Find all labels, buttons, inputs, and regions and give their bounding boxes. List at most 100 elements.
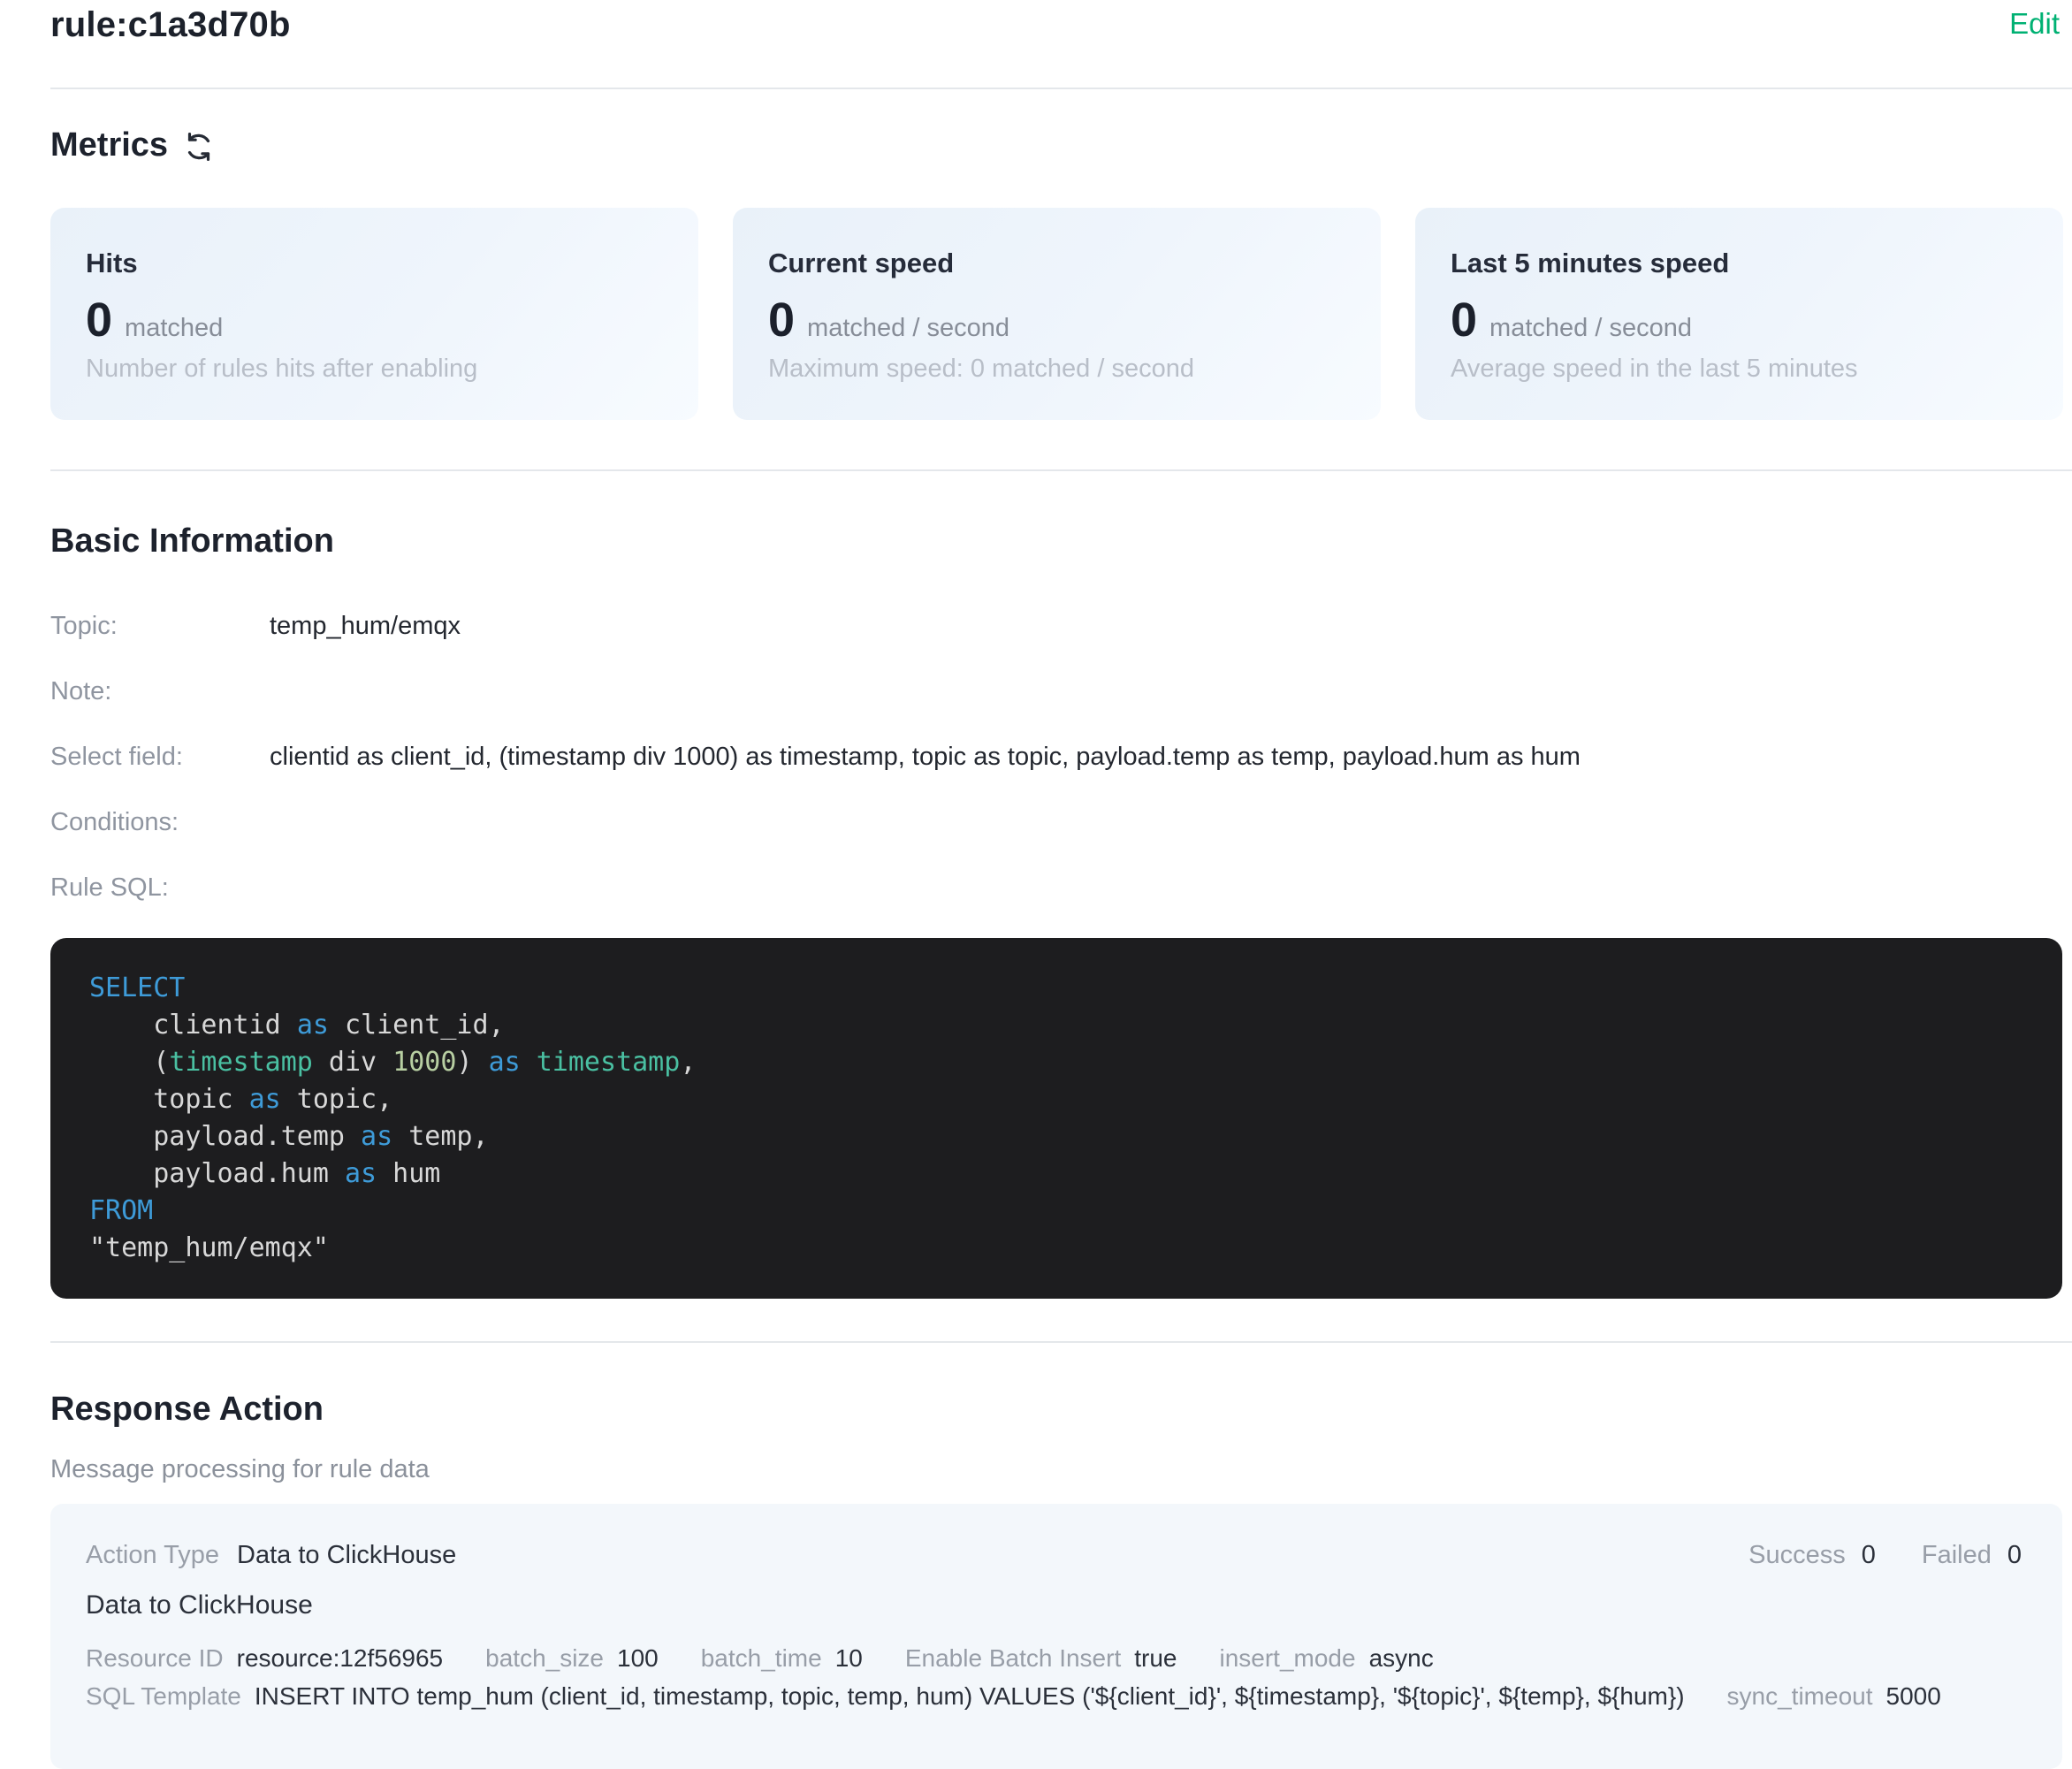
sql-token: as: [345, 1158, 377, 1189]
divider: [50, 469, 2072, 471]
info-row: Topic:temp_hum/emqx: [50, 611, 2063, 641]
rule-sql-code-block: SELECT clientid as client_id, (timestamp…: [50, 938, 2062, 1299]
sql-token: as: [297, 1010, 329, 1041]
action-param-value: INSERT INTO temp_hum (client_id, timesta…: [255, 1681, 1685, 1712]
action-param-value: async: [1369, 1643, 1434, 1674]
metric-card-3: Last 5 minutes speed 0matched / second Ave…: [1415, 208, 2063, 420]
info-row-value: temp_hum/emqx: [270, 611, 461, 641]
metric-value-row: 0 matched: [86, 294, 663, 346]
sql-token: ,: [680, 1047, 696, 1078]
basic-information-heading: Basic Information: [50, 521, 2063, 561]
metric-unit: matched: [125, 314, 223, 343]
failed-stat: Failed 0: [1922, 1539, 2022, 1571]
sql-token: 1000: [392, 1047, 456, 1078]
info-row-label: Conditions:: [50, 807, 270, 837]
success-value: 0: [1862, 1539, 1876, 1571]
sql-token: payload.hum: [89, 1158, 345, 1189]
divider: [50, 1341, 2072, 1343]
failed-value: 0: [2007, 1539, 2022, 1571]
sql-token: as: [249, 1084, 281, 1115]
metric-card-1: Hits 0 matched Number of rules hits after e…: [50, 208, 698, 420]
sql-token: SELECT: [89, 972, 185, 1003]
action-param: SQL Template INSERT INTO temp_hum (client…: [86, 1681, 1685, 1712]
metric-card-title: Last 5 minutes speed: [1451, 247, 2028, 280]
action-param-value: true: [1134, 1643, 1177, 1674]
sql-token: topic: [89, 1084, 249, 1115]
sql-token: temp,: [392, 1121, 488, 1152]
metric-unit: matched / second: [807, 314, 1009, 343]
action-type-label: Action Type: [86, 1539, 219, 1571]
sql-token: payload.temp: [89, 1121, 361, 1152]
action-param-label: Enable Batch Insert: [905, 1643, 1121, 1674]
success-label: Success: [1748, 1539, 1846, 1571]
metric-card-2: Current speed 0 matched / second Maximum sp…: [733, 208, 1381, 420]
info-row: Select field:clientid as client_id, (tim…: [50, 742, 2063, 772]
action-param-value: 100: [617, 1643, 659, 1674]
action-params-row-2: SQL Template INSERT INTO temp_hum (client…: [86, 1681, 2023, 1716]
action-param-value: resource:12f56965: [237, 1643, 444, 1674]
info-row-label: Rule SQL:: [50, 873, 270, 903]
sql-token: as: [361, 1121, 392, 1152]
sql-token: client_id,: [329, 1010, 505, 1041]
sql-token: timestamp: [537, 1047, 681, 1078]
metrics-heading: Metrics: [50, 125, 2063, 165]
sql-token: div: [313, 1047, 392, 1078]
sql-token: "temp_hum/emqx": [89, 1232, 329, 1263]
action-param: Resource ID resource:12f56965: [86, 1643, 443, 1674]
metric-card-title: Hits: [86, 247, 663, 280]
action-param: sync_timeout 5000: [1727, 1681, 1941, 1712]
response-action-subtitle: Message processing for rule data: [50, 1454, 2063, 1484]
refresh-icon[interactable]: [182, 130, 216, 164]
sql-token: ): [456, 1047, 488, 1078]
action-stats: Success 0 Failed 0: [1748, 1539, 2022, 1571]
metric-value-row: 0matched / second: [1451, 294, 2028, 346]
action-card: Action Type Data to ClickHouse Success 0…: [50, 1504, 2062, 1769]
metric-cards-row: Hits 0 matched Number of rules hits after e…: [50, 208, 2063, 420]
info-row: Note:: [50, 676, 2063, 706]
metric-value: 0: [86, 294, 112, 346]
metric-description: Number of rules hits after enabling: [86, 355, 663, 384]
sql-token: (: [89, 1047, 169, 1078]
divider: [50, 88, 2072, 89]
action-param-label: SQL Template: [86, 1681, 241, 1712]
action-param-value: 5000: [1886, 1681, 1941, 1712]
response-action-heading: Response Action: [50, 1389, 2063, 1430]
info-row: Conditions:: [50, 807, 2063, 837]
action-param: batch_size 100: [485, 1643, 659, 1674]
rule-detail-page: rule:c1a3d70b Edit Metrics Hits 0 matched N…: [0, 0, 2072, 1769]
response-action-section: Response Action Message processing for r…: [50, 1389, 2063, 1769]
action-param-label: batch_size: [485, 1643, 604, 1674]
sql-token: hum: [377, 1158, 440, 1189]
action-param: insert_modeasync: [1219, 1643, 1433, 1674]
sql-token: timestamp: [169, 1047, 313, 1078]
success-stat: Success 0: [1748, 1539, 1876, 1571]
basic-information-section: Basic Information Topic:temp_hum/emqx Not…: [50, 521, 2063, 1299]
page-title: rule:c1a3d70b: [50, 5, 291, 45]
metrics-heading-label: Metrics: [50, 125, 168, 165]
action-param: Enable Batch Insert true: [905, 1643, 1177, 1674]
action-params-row-1: Resource ID resource:12f56965 batch_size 10…: [86, 1643, 2023, 1678]
metric-value: 0: [768, 294, 795, 346]
action-name: Data to ClickHouse: [86, 1590, 2023, 1620]
action-card-header-row: Action Type Data to ClickHouse Success 0…: [86, 1539, 2023, 1571]
action-param-value: 10: [835, 1643, 863, 1674]
action-type-value: Data to ClickHouse: [237, 1539, 456, 1571]
metric-description: Average speed in the last 5 minutes: [1451, 355, 2028, 384]
metrics-section: Metrics Hits 0 matched Number of rules hits…: [50, 125, 2063, 420]
info-row: Rule SQL:: [50, 873, 2063, 903]
metric-description: Maximum speed: 0 matched / second: [768, 355, 1345, 384]
sql-token: topic,: [281, 1084, 392, 1115]
metric-value: 0: [1451, 294, 1477, 346]
sql-token: [521, 1047, 537, 1078]
sql-token: as: [489, 1047, 521, 1078]
sql-token: FROM: [89, 1195, 153, 1226]
metric-card-title: Current speed: [768, 247, 1345, 280]
page-header: rule:c1a3d70b Edit: [50, 4, 2063, 45]
info-row-label: Select field:: [50, 742, 270, 772]
action-param-label: sync_timeout: [1727, 1681, 1873, 1712]
info-row-label: Topic:: [50, 611, 270, 641]
edit-link[interactable]: Edit: [2009, 7, 2060, 41]
basic-information-rows: Topic:temp_hum/emqx Note: Select field:cli…: [50, 611, 2063, 903]
action-param-label: Resource ID: [86, 1643, 224, 1674]
failed-label: Failed: [1922, 1539, 1992, 1571]
